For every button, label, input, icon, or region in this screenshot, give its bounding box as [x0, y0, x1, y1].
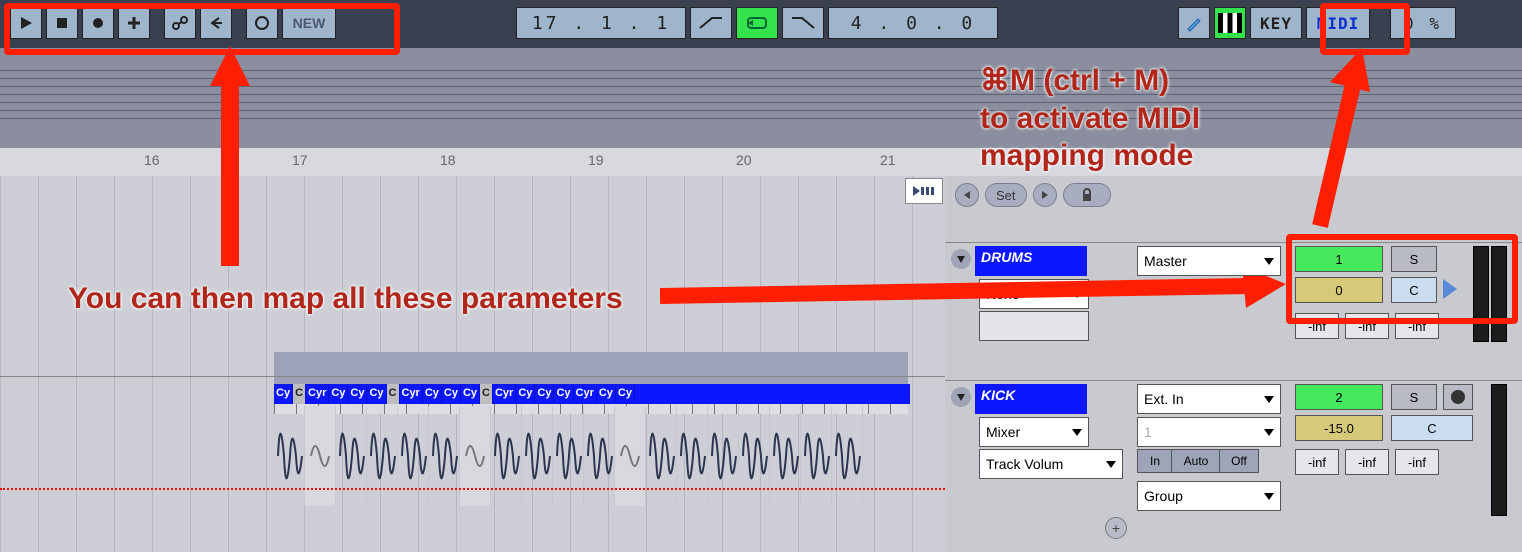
midi-map-button[interactable]: MIDI	[1306, 7, 1370, 39]
punch-in-button[interactable]	[690, 7, 732, 39]
cpu-load-display: 0 %	[1390, 7, 1456, 39]
track-delay[interactable]: 0	[1295, 277, 1383, 303]
send-a[interactable]: -inf	[1295, 449, 1339, 475]
overdub-button[interactable]	[118, 7, 150, 39]
arrangement-view[interactable]: CyC CyrCy CyCy CCyr CyCy CyC CyrCy CyCy …	[0, 176, 945, 552]
annotation-text-midi: ⌘M (ctrl + M) to activate MIDI mapping m…	[980, 62, 1400, 175]
monitor-auto-button[interactable]: Auto	[1171, 449, 1221, 473]
session-record-button[interactable]	[246, 7, 278, 39]
ruler-tick: 21	[880, 152, 896, 168]
send-a[interactable]: -inf	[1295, 313, 1339, 339]
empty-select[interactable]	[979, 311, 1089, 341]
track-name[interactable]: KICK	[975, 384, 1087, 414]
monitor-value[interactable]: 1	[1137, 417, 1281, 447]
level-meter	[1473, 246, 1489, 342]
track-delay[interactable]: -15.0	[1295, 415, 1383, 441]
set-button[interactable]: Set	[985, 183, 1027, 207]
ruler-tick: 19	[588, 152, 604, 168]
ruler-tick: 20	[736, 152, 752, 168]
computer-midi-keyboard-button[interactable]	[1214, 7, 1246, 39]
nav-right-button[interactable]	[1033, 183, 1057, 207]
play-button[interactable]	[10, 7, 42, 39]
track-drums[interactable]: DRUMS Master None 1 S 0 C -inf -inf -inf	[945, 242, 1522, 381]
track-unfold-icon[interactable]	[1443, 279, 1457, 299]
monitor-select[interactable]: Mixer	[979, 417, 1089, 447]
track-mixer-panel: Set DRUMS Master None 1 S 0 C -inf -inf	[945, 176, 1522, 552]
nav-left-button[interactable]	[955, 183, 979, 207]
song-position-display[interactable]: 17 . 1 . 1	[516, 7, 686, 39]
monitor-in-button[interactable]: In	[1137, 449, 1173, 473]
lock-button[interactable]	[1063, 183, 1111, 207]
follow-button[interactable]	[905, 178, 943, 204]
clip-header-row[interactable]: CyC CyrCy CyCy CCyr CyCy CyC CyrCy CyCy …	[274, 384, 910, 404]
output-routing-select[interactable]: Master	[1137, 246, 1281, 276]
record-button[interactable]	[82, 7, 114, 39]
automation-select[interactable]: Track Volum	[979, 449, 1123, 479]
new-clip-button[interactable]: NEW	[282, 7, 336, 39]
track-fold-button[interactable]	[951, 249, 971, 269]
track-fold-button[interactable]	[951, 387, 971, 407]
draw-mode-button[interactable]	[1178, 7, 1210, 39]
automation-line	[0, 488, 945, 490]
track-name[interactable]: DRUMS	[975, 246, 1087, 276]
input-routing-select[interactable]: None	[979, 279, 1089, 309]
stop-button[interactable]	[46, 7, 78, 39]
add-lane-button[interactable]: +	[1105, 517, 1127, 539]
loop-button[interactable]	[736, 7, 778, 39]
output-routing-select[interactable]: Ext. In	[1137, 384, 1281, 414]
level-meter	[1491, 384, 1507, 516]
punch-out-button[interactable]	[782, 7, 824, 39]
loop-length-display[interactable]: 4 . 0 . 0	[828, 7, 998, 39]
level-meter	[1491, 246, 1507, 342]
key-map-button[interactable]: KEY	[1250, 7, 1302, 39]
pan-control[interactable]: C	[1391, 415, 1473, 441]
group-select[interactable]: Group	[1137, 481, 1281, 511]
ruler-tick: 18	[440, 152, 456, 168]
ruler-tick: 17	[292, 152, 308, 168]
automation-arm-button[interactable]	[164, 7, 196, 39]
annotation-text-params: You can then map all these parameters	[68, 280, 623, 318]
ruler-tick: 16	[144, 152, 160, 168]
track-activator[interactable]: 1	[1295, 246, 1383, 272]
solo-button[interactable]: S	[1391, 384, 1437, 410]
back-to-arrangement-button[interactable]	[200, 7, 232, 39]
send-b[interactable]: -inf	[1345, 449, 1389, 475]
send-b[interactable]: -inf	[1345, 313, 1389, 339]
solo-button[interactable]: S	[1391, 246, 1437, 272]
audio-clips-row[interactable]	[274, 406, 863, 506]
track-activator[interactable]: 2	[1295, 384, 1383, 410]
send-c[interactable]: -inf	[1395, 313, 1439, 339]
send-c[interactable]: -inf	[1395, 449, 1439, 475]
arm-button[interactable]	[1443, 384, 1473, 410]
monitor-off-button[interactable]: Off	[1219, 449, 1259, 473]
track-kick[interactable]: KICK Ext. In Mixer 1 Track Volum Group I…	[945, 380, 1522, 551]
pan-control[interactable]: C	[1391, 277, 1437, 303]
